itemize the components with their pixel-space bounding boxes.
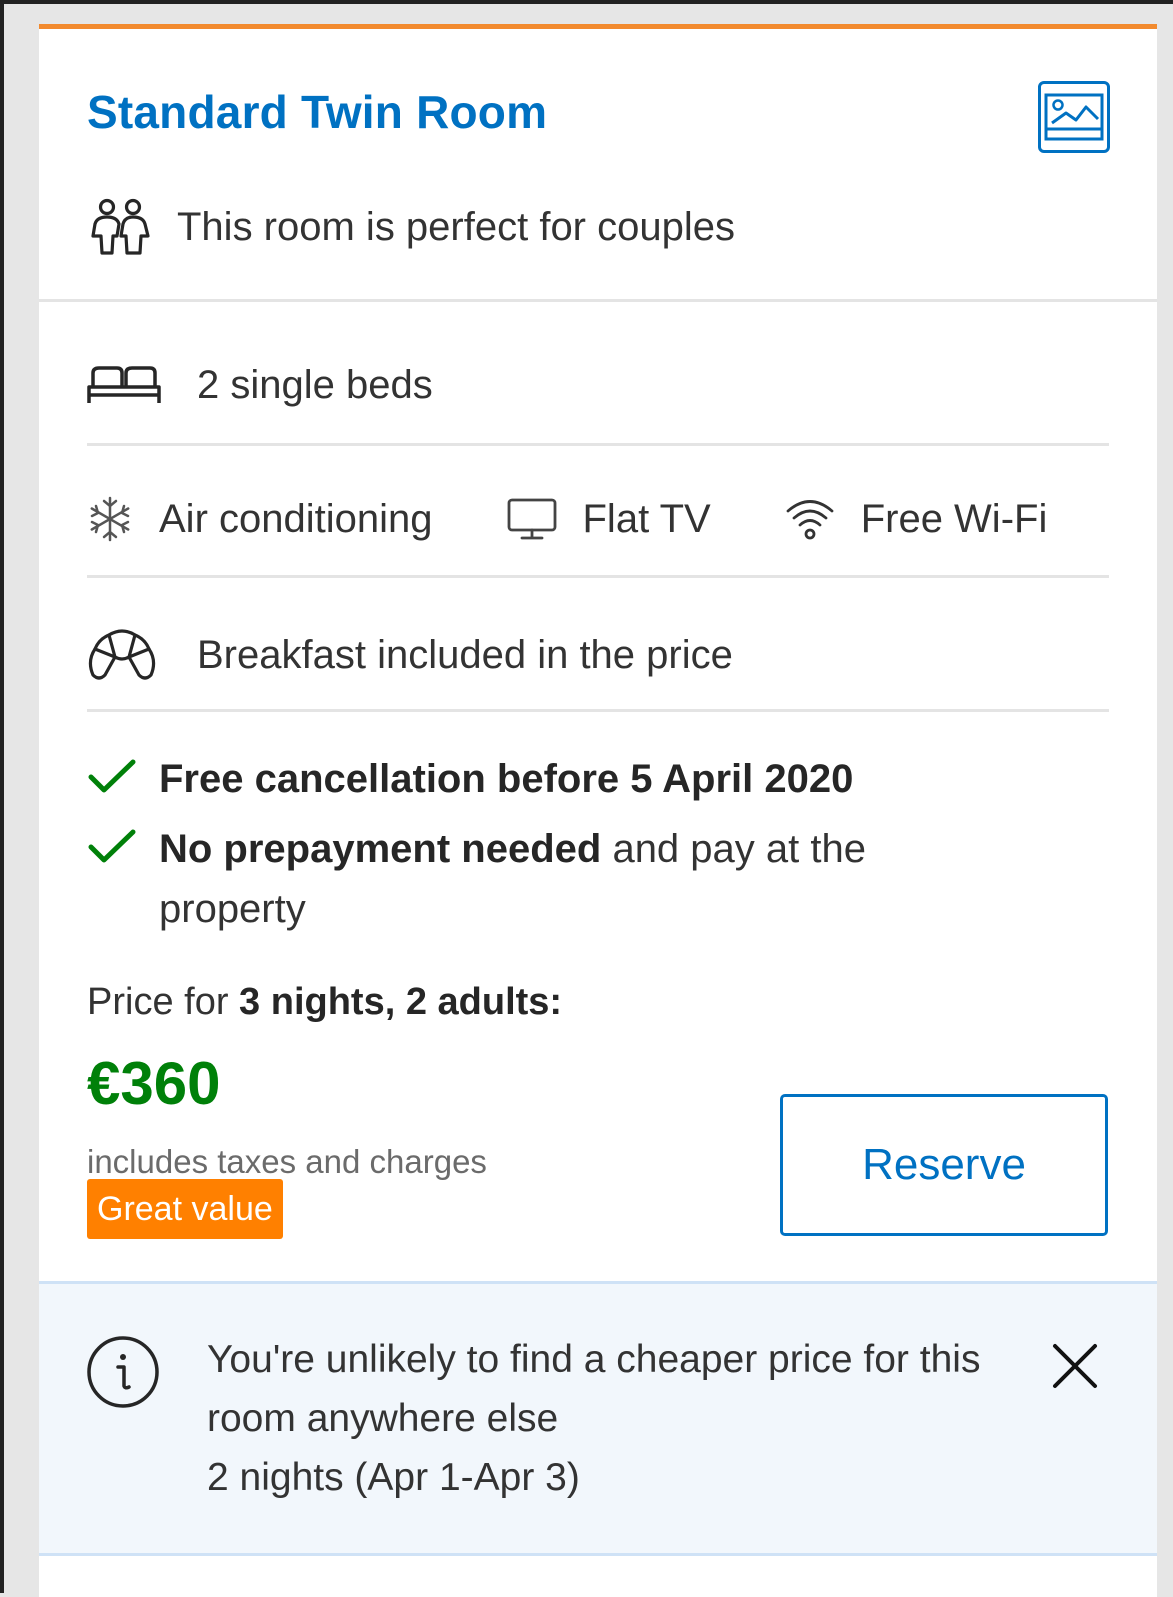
section-divider <box>87 443 1109 446</box>
tv-icon <box>507 498 557 540</box>
price-notice: You're unlikely to find a cheaper price … <box>39 1281 1157 1556</box>
reserve-button[interactable]: Reserve <box>780 1094 1108 1236</box>
breakfast-text: Breakfast included in the price <box>197 632 733 677</box>
room-title[interactable]: Standard Twin Room <box>87 85 547 139</box>
prepayment-bold-text: No prepayment needed <box>159 827 602 871</box>
suitability-text: This room is perfect for couples <box>177 204 735 249</box>
facility-label: Air conditioning <box>159 496 433 541</box>
cancellation-text: Free cancellation before 5 April 2020 <box>159 757 854 801</box>
conditions-list: Free cancellation before 5 April 2020 No… <box>87 749 1109 949</box>
facility-label: Free Wi-Fi <box>860 496 1048 541</box>
wifi-icon <box>785 497 835 541</box>
room-photos-button[interactable] <box>1038 81 1110 153</box>
room-header: Standard Twin Room <box>87 81 1110 161</box>
notice-text: You're unlikely to find a cheaper price … <box>207 1330 1027 1507</box>
bed-icon <box>87 366 161 403</box>
room-card: Standard Twin Room This room is perfect <box>39 24 1157 1597</box>
facilities-row: Air conditioning Flat TV Free Wi-Fi <box>87 489 1109 549</box>
croissant-icon <box>88 629 156 680</box>
section-divider <box>87 575 1109 578</box>
breakfast-row: Breakfast included in the price <box>87 625 1109 685</box>
condition-cancellation: Free cancellation before 5 April 2020 <box>87 749 1109 809</box>
beds-text: 2 single beds <box>197 362 433 407</box>
notice-message: You're unlikely to find a cheaper price … <box>207 1338 981 1440</box>
snowflake-icon <box>87 496 133 542</box>
beds-row: 2 single beds <box>87 355 1109 415</box>
suitability-row: This room is perfect for couples <box>87 197 1109 257</box>
price-label-prefix: Price for <box>87 981 240 1023</box>
info-icon <box>85 1334 161 1415</box>
screen-frame: Standard Twin Room This room is perfect <box>0 0 1173 1597</box>
facility-air-conditioning: Air conditioning <box>87 496 433 542</box>
checkmark-icon <box>87 749 159 805</box>
section-divider <box>39 299 1157 302</box>
facility-label: Flat TV <box>582 496 711 541</box>
price-label-stay: 3 nights, 2 adults: <box>239 981 563 1023</box>
couple-icon <box>87 197 157 257</box>
condition-prepayment: No prepayment needed and pay at the prop… <box>87 819 1109 939</box>
image-icon <box>1044 93 1104 141</box>
close-icon[interactable] <box>1051 1342 1099 1395</box>
price-label: Price for 3 nights, 2 adults: <box>87 981 1109 1024</box>
great-value-badge: Great value <box>87 1179 283 1239</box>
checkmark-icon <box>87 819 159 875</box>
facility-free-wifi: Free Wi-Fi <box>785 496 1048 542</box>
facility-flat-tv: Flat TV <box>507 497 711 542</box>
notice-dates: 2 nights (Apr 1-Apr 3) <box>207 1456 580 1499</box>
section-divider <box>87 709 1109 712</box>
